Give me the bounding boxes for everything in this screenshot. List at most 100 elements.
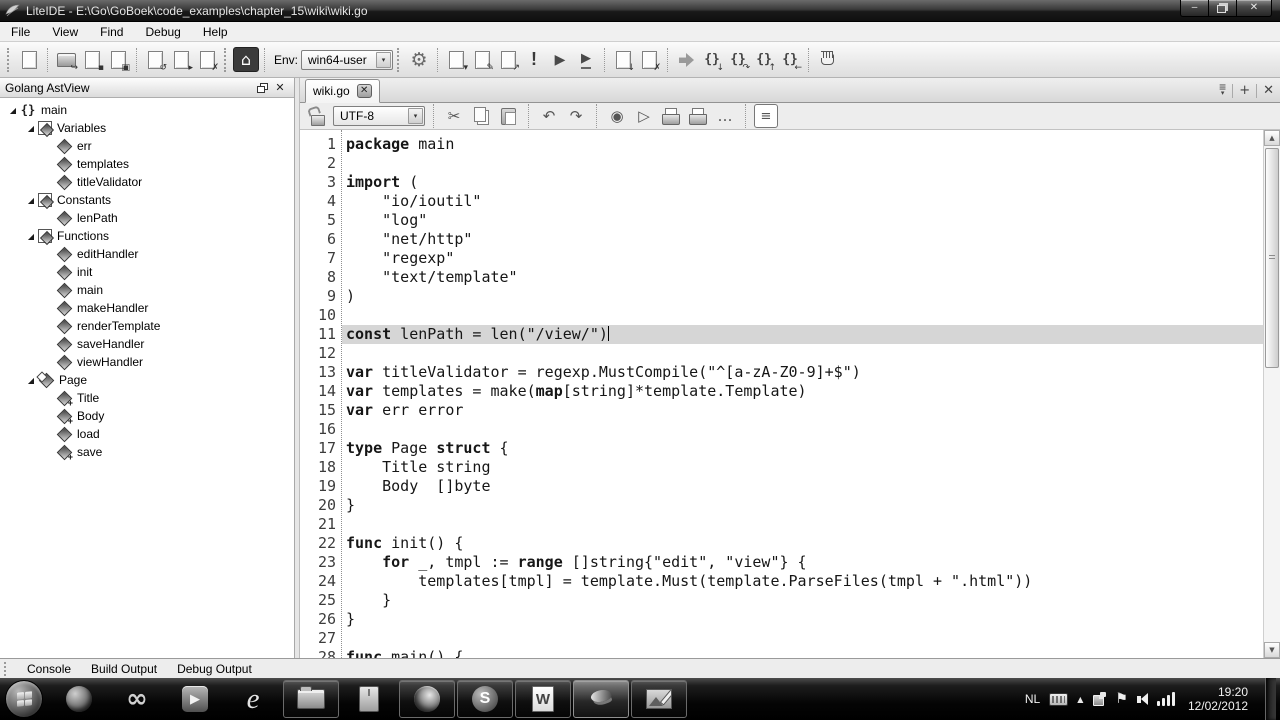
tab-close-icon[interactable]: ✕ <box>357 84 372 98</box>
toolbar-drag-handle[interactable] <box>224 48 229 72</box>
astview-item-makeHandler[interactable]: makeHandler <box>0 299 294 317</box>
astview-item-err[interactable]: err <box>0 137 294 155</box>
clear-output-icon[interactable] <box>636 47 662 73</box>
close-button[interactable]: ✕ <box>1237 0 1272 17</box>
word-app[interactable] <box>515 680 571 718</box>
new-tab-icon[interactable]: + <box>1239 83 1250 98</box>
keyboard-layout-icon[interactable] <box>1049 693 1068 706</box>
copy-icon[interactable] <box>469 104 493 128</box>
astview-item-templates[interactable]: templates <box>0 155 294 173</box>
explorer-app[interactable] <box>283 680 339 718</box>
expander-icon[interactable]: ◢ <box>24 124 38 133</box>
tab-console[interactable]: Console <box>17 662 81 676</box>
astview-item-renderTemplate[interactable]: renderTemplate <box>0 317 294 335</box>
infinity-app[interactable] <box>109 680 165 718</box>
expander-icon[interactable]: ◢ <box>24 196 38 205</box>
internet-explorer-app[interactable] <box>225 680 281 718</box>
astview-item-Page[interactable]: ◢Page <box>0 371 294 389</box>
code-editor[interactable]: 1234567891011121314151617181920212223242… <box>300 130 1280 658</box>
astview-item-Body[interactable]: Body <box>0 407 294 425</box>
float-panel-button[interactable] <box>253 80 271 95</box>
minimize-button[interactable]: – <box>1180 0 1209 17</box>
encoding-select[interactable]: UTF-8▾ <box>333 106 425 126</box>
language-indicator[interactable]: NL <box>1025 692 1040 706</box>
build-file-icon[interactable] <box>469 47 495 73</box>
show-desktop-button[interactable] <box>1265 678 1276 720</box>
menu-file[interactable]: File <box>0 23 41 41</box>
reload-file-icon[interactable] <box>142 47 168 73</box>
clock[interactable]: 19:20 12/02/2012 <box>1188 685 1248 713</box>
firefox-app[interactable] <box>399 680 455 718</box>
more-icon[interactable] <box>713 104 737 128</box>
astview-item-init[interactable]: init <box>0 263 294 281</box>
step-into-icon[interactable] <box>699 47 725 73</box>
vertical-scrollbar[interactable]: ▲ ▼ <box>1263 130 1280 658</box>
step-out-icon[interactable] <box>751 47 777 73</box>
astview-item-saveHandler[interactable]: saveHandler <box>0 335 294 353</box>
new-file-icon[interactable] <box>16 47 42 73</box>
astview-item-main[interactable]: ◢{}main <box>0 101 294 119</box>
scrollbar-track[interactable] <box>1264 146 1280 642</box>
expander-icon[interactable]: ◢ <box>6 106 20 115</box>
astview-item-Variables[interactable]: ◢Variables <box>0 119 294 137</box>
install-icon[interactable] <box>495 47 521 73</box>
run-icon[interactable] <box>547 47 573 73</box>
network-globe-app[interactable] <box>51 680 107 718</box>
home-icon[interactable] <box>233 47 259 72</box>
astview-item-save[interactable]: save <box>0 443 294 461</box>
menu-debug[interactable]: Debug <box>134 23 191 41</box>
undo-icon[interactable] <box>537 104 561 128</box>
menu-view[interactable]: View <box>41 23 89 41</box>
step-over-icon[interactable] <box>725 47 751 73</box>
tab-debug-output[interactable]: Debug Output <box>167 662 262 676</box>
print-selection-icon[interactable] <box>686 104 710 128</box>
combo-arrow-icon[interactable]: ▾ <box>408 108 423 124</box>
export-output-icon[interactable] <box>610 47 636 73</box>
astview-item-lenPath[interactable]: lenPath <box>0 209 294 227</box>
print-icon[interactable] <box>659 104 683 128</box>
scroll-down-icon[interactable]: ▼ <box>1264 642 1280 658</box>
scrollbar-thumb[interactable] <box>1265 148 1279 368</box>
drag-handle[interactable] <box>4 662 9 676</box>
restore-button[interactable] <box>1209 0 1237 17</box>
astview-item-Constants[interactable]: ◢Constants <box>0 191 294 209</box>
astview-item-load[interactable]: load <box>0 425 294 443</box>
expander-icon[interactable]: ◢ <box>24 232 38 241</box>
env-select[interactable]: win64-user▾ <box>301 50 393 70</box>
lock-icon[interactable] <box>306 104 330 128</box>
toolbar-drag-handle[interactable] <box>397 48 402 72</box>
media-player-app[interactable] <box>167 680 223 718</box>
open-file-icon[interactable] <box>53 47 79 73</box>
menu-find[interactable]: Find <box>89 23 134 41</box>
stop-icon[interactable] <box>521 47 547 73</box>
close-tab-icon[interactable]: ✕ <box>1263 83 1274 98</box>
code-text[interactable]: package mainimport ( "io/ioutil" "log" "… <box>342 130 1263 658</box>
astview-item-titleValidator[interactable]: titleValidator <box>0 173 294 191</box>
build-icon[interactable] <box>443 47 469 73</box>
combo-arrow-icon[interactable]: ▾ <box>376 52 391 68</box>
calculator-app[interactable] <box>341 680 397 718</box>
close-file-icon[interactable] <box>168 47 194 73</box>
scroll-up-icon[interactable]: ▲ <box>1264 130 1280 146</box>
close-panel-button[interactable]: ✕ <box>271 80 289 95</box>
paint-app[interactable] <box>631 680 687 718</box>
close-all-icon[interactable] <box>194 47 220 73</box>
start-button[interactable] <box>5 680 43 718</box>
astview-item-Functions[interactable]: ◢Functions <box>0 227 294 245</box>
options-gear-icon[interactable] <box>406 47 432 73</box>
toolbar-drag-handle[interactable] <box>7 48 12 72</box>
power-plug-icon[interactable] <box>1092 692 1106 706</box>
liteide-app[interactable] <box>573 680 629 718</box>
record-icon[interactable] <box>605 104 629 128</box>
skype-app[interactable] <box>457 680 513 718</box>
paste-icon[interactable] <box>496 104 520 128</box>
window-list-icon[interactable]: ≡▾ <box>1219 82 1226 99</box>
menu-help[interactable]: Help <box>192 23 239 41</box>
cut-icon[interactable] <box>442 104 466 128</box>
astview-item-viewHandler[interactable]: viewHandler <box>0 353 294 371</box>
save-all-icon[interactable] <box>105 47 131 73</box>
continue-icon[interactable] <box>673 47 699 73</box>
astview-item-Title[interactable]: Title <box>0 389 294 407</box>
hidden-icons-arrow[interactable]: ▲ <box>1077 695 1083 704</box>
export-icon[interactable] <box>632 104 656 128</box>
